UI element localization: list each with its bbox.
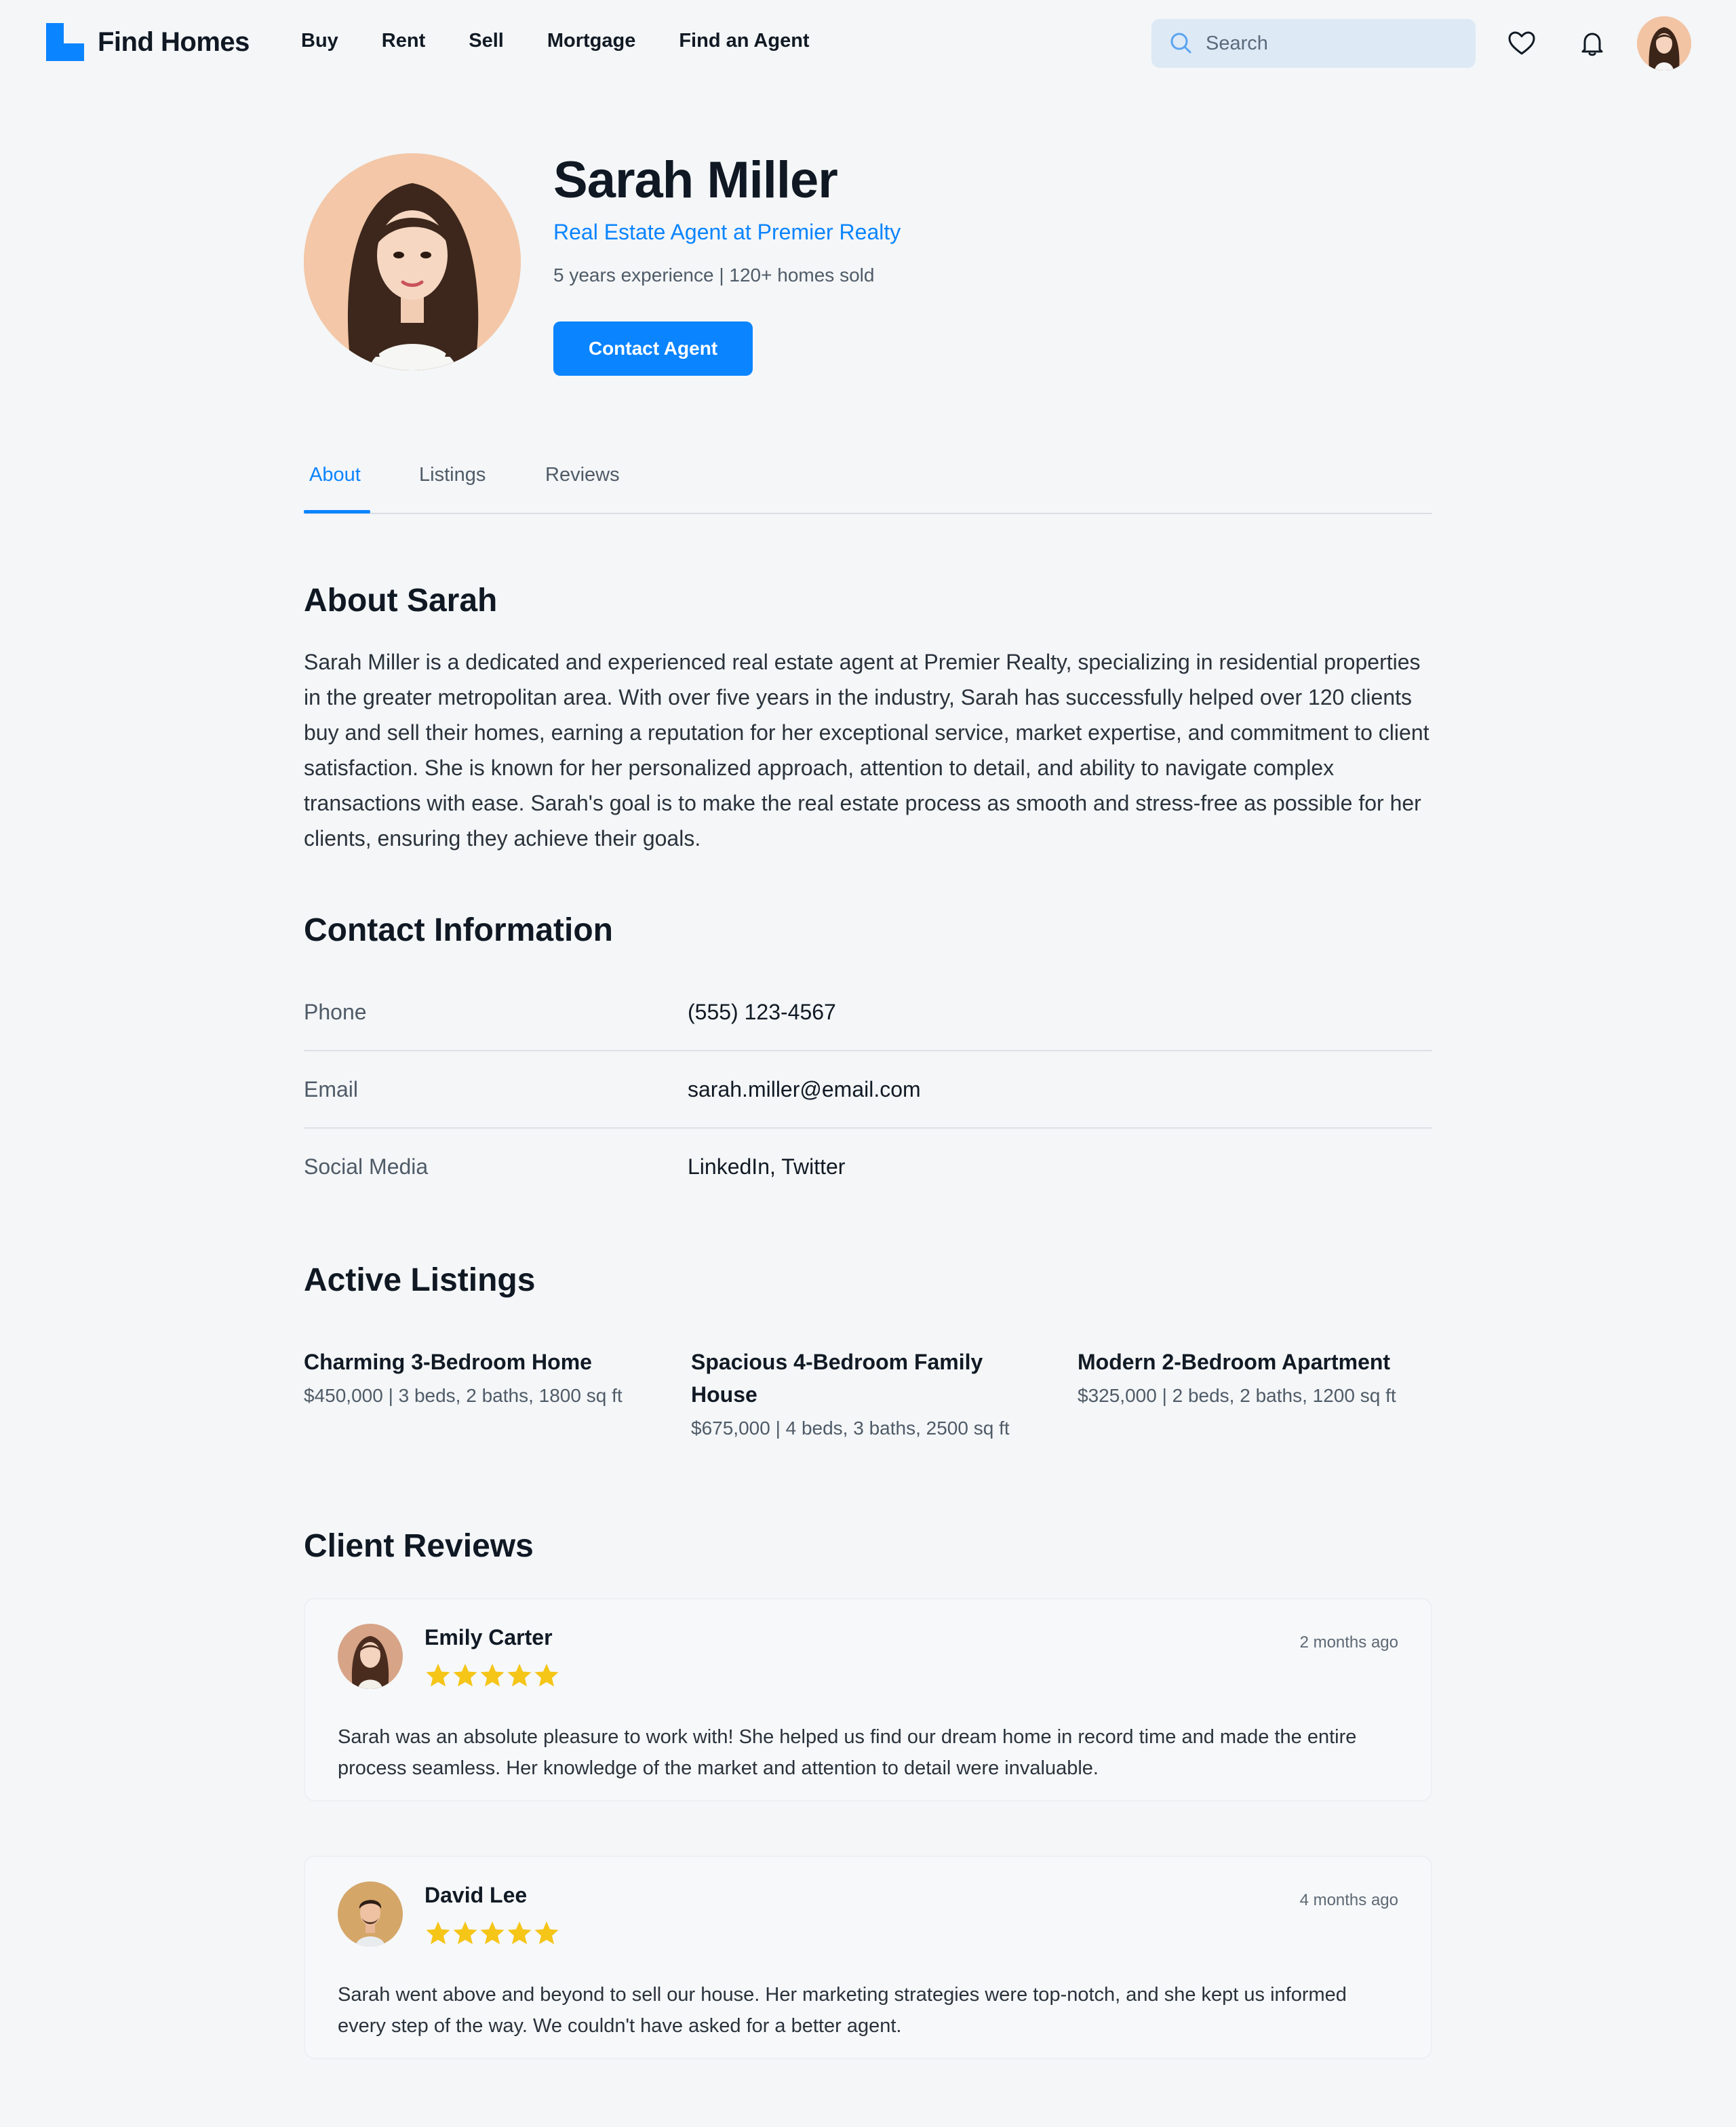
reviewer-avatar-icon	[338, 1881, 403, 1947]
star-icon	[426, 1921, 450, 1945]
contact-table: Phone (555) 123-4567 Email sarah.miller@…	[304, 974, 1432, 1206]
agent-portrait-icon	[304, 153, 521, 370]
agent-name: Sarah Miller	[553, 151, 838, 209]
tab-about[interactable]: About	[309, 464, 361, 486]
star-icon	[507, 1921, 532, 1945]
star-icon	[534, 1664, 559, 1687]
reviews-heading: Client Reviews	[304, 1528, 534, 1564]
tab-listings[interactable]: Listings	[419, 464, 486, 486]
review-card: David Lee 4 months ago Sarah went above …	[304, 1856, 1432, 2059]
listing-title[interactable]: Spacious 4-Bedroom Family House	[691, 1346, 1046, 1411]
review-text: Sarah was an absolute pleasure to work w…	[338, 1726, 1357, 1779]
star-icon	[534, 1921, 559, 1945]
about-heading: About Sarah	[304, 583, 498, 619]
contact-label: Email	[304, 1077, 359, 1101]
star-rating	[425, 1919, 560, 1947]
listings-grid: Charming 3-Bedroom Home $450,000 | 3 bed…	[304, 1346, 1432, 1481]
listing-title[interactable]: Charming 3-Bedroom Home	[304, 1346, 659, 1378]
contact-label: Social Media	[304, 1154, 429, 1179]
listing-meta: $675,000 | 4 beds, 3 baths, 2500 sq ft	[691, 1418, 1010, 1439]
star-icon	[507, 1664, 532, 1687]
reviewer-name: Emily Carter	[425, 1625, 553, 1650]
search-icon	[1170, 33, 1191, 54]
agent-title[interactable]: Real Estate Agent at Premier Realty	[553, 220, 901, 245]
listing-meta: $450,000 | 3 beds, 2 baths, 1800 sq ft	[304, 1385, 623, 1406]
listing-title[interactable]: Modern 2-Bedroom Apartment	[1078, 1346, 1433, 1378]
listings-heading: Active Listings	[304, 1262, 536, 1298]
nav-buy[interactable]: Buy	[301, 30, 338, 52]
phone-value[interactable]: (555) 123-4567	[688, 1000, 836, 1025]
nav-sell[interactable]: Sell	[469, 30, 504, 52]
star-icon	[480, 1921, 505, 1945]
brand-name: Find Homes	[98, 26, 250, 57]
agent-photo	[304, 153, 521, 370]
review-date: 4 months ago	[1299, 1891, 1398, 1909]
contact-row-social: Social Media LinkedIn, Twitter	[304, 1129, 1432, 1206]
review-text: Sarah went above and beyond to sell our …	[338, 1984, 1347, 2037]
nav-mortgage[interactable]: Mortgage	[547, 30, 636, 52]
listing-card[interactable]: Spacious 4-Bedroom Family House $675,000…	[691, 1346, 1046, 1442]
main-nav: Buy Rent Sell Mortgage Find an Agent	[301, 30, 853, 52]
social-media-value[interactable]: LinkedIn, Twitter	[688, 1154, 845, 1179]
user-avatar[interactable]	[1637, 16, 1691, 71]
brand-logo[interactable]: Find Homes	[46, 23, 250, 61]
contact-row-email: Email sarah.miller@email.com	[304, 1051, 1432, 1129]
search-box[interactable]	[1151, 19, 1476, 68]
search-input[interactable]	[1206, 32, 1463, 55]
logo-mark-icon	[46, 23, 84, 61]
email-value[interactable]: sarah.miller@email.com	[688, 1077, 921, 1102]
listing-card[interactable]: Charming 3-Bedroom Home $450,000 | 3 bed…	[304, 1346, 659, 1409]
active-tab-indicator	[304, 510, 370, 513]
listing-card[interactable]: Modern 2-Bedroom Apartment $325,000 | 2 …	[1078, 1346, 1433, 1409]
reviewer-avatar-icon	[338, 1624, 403, 1689]
top-header: Find Homes Buy Rent Sell Mortgage Find a…	[0, 0, 1736, 87]
nav-find-an-agent[interactable]: Find an Agent	[679, 30, 809, 52]
contact-row-phone: Phone (555) 123-4567	[304, 974, 1432, 1051]
listing-meta: $325,000 | 2 beds, 2 baths, 1200 sq ft	[1078, 1385, 1396, 1406]
contact-label: Phone	[304, 1000, 367, 1024]
star-rating	[425, 1662, 560, 1689]
contact-agent-button[interactable]: Contact Agent	[553, 321, 753, 376]
star-icon	[453, 1664, 477, 1687]
user-avatar-icon	[1637, 16, 1691, 71]
tab-reviews[interactable]: Reviews	[545, 464, 620, 486]
profile-tabs: About Listings Reviews	[304, 448, 1432, 514]
about-text: Sarah Miller is a dedicated and experien…	[304, 650, 1429, 851]
reviewer-avatar	[338, 1881, 403, 1947]
reviewer-name: David Lee	[425, 1883, 528, 1907]
heart-icon[interactable]	[1505, 27, 1538, 60]
bell-icon[interactable]	[1576, 27, 1609, 60]
nav-rent[interactable]: Rent	[382, 30, 425, 52]
contact-heading: Contact Information	[304, 912, 613, 948]
review-date: 2 months ago	[1299, 1633, 1398, 1652]
reviewer-avatar	[338, 1624, 403, 1689]
star-icon	[453, 1921, 477, 1945]
star-icon	[480, 1664, 505, 1687]
star-icon	[426, 1664, 450, 1687]
agent-experience: 5 years experience | 120+ homes sold	[553, 265, 875, 286]
review-card: Emily Carter 2 months ago Sarah was an a…	[304, 1598, 1432, 1801]
